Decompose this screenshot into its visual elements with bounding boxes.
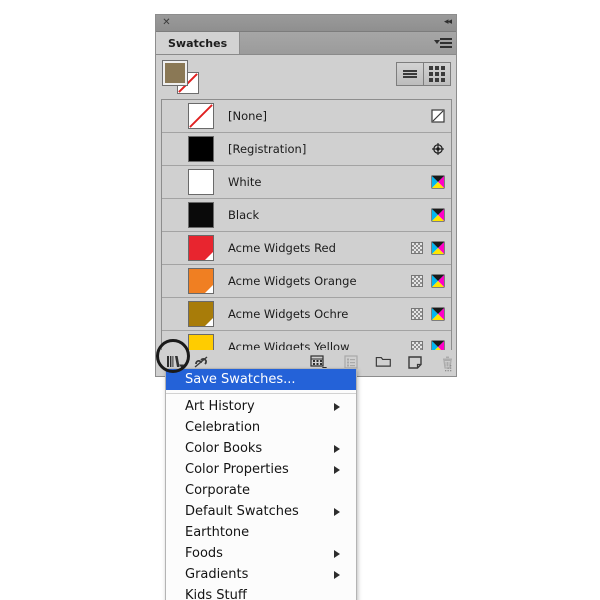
new-color-group-button[interactable] bbox=[375, 354, 393, 371]
tab-swatches[interactable]: Swatches bbox=[156, 32, 241, 54]
menu-item[interactable]: Earthtone bbox=[166, 522, 356, 543]
highlight-circle-annotation bbox=[156, 339, 190, 373]
global-swatch-corner bbox=[205, 285, 213, 293]
fill-stroke-indicator[interactable] bbox=[161, 60, 207, 94]
menu-item-label: Art History bbox=[185, 399, 255, 414]
screen-root: ✕ ◂◂ Swatches [None] [Registration] Whit… bbox=[0, 0, 600, 600]
fill-swatch[interactable] bbox=[162, 60, 188, 86]
menu-item-label: Kids Stuff bbox=[185, 588, 247, 600]
menu-item-label: Save Swatches... bbox=[185, 372, 296, 387]
swatch-color-chip[interactable] bbox=[188, 268, 214, 294]
menu-item[interactable]: Gradients bbox=[166, 564, 356, 585]
grid-view-button[interactable] bbox=[423, 63, 450, 85]
menu-item[interactable]: Celebration bbox=[166, 417, 356, 438]
menu-item-label: Foods bbox=[185, 546, 223, 561]
swatch-name-label: Acme Widgets Orange bbox=[228, 274, 357, 288]
swatch-row-icons bbox=[431, 100, 445, 132]
none-icon bbox=[431, 109, 445, 123]
swatch-row-icons bbox=[411, 331, 445, 350]
panel-toolstrip bbox=[156, 55, 456, 97]
swatch-libraries-menu[interactable]: Save Swatches... Art History Celebration Co… bbox=[165, 368, 357, 600]
new-swatch-button[interactable] bbox=[407, 354, 425, 371]
swatch-row[interactable]: Acme Widgets Ochre bbox=[162, 298, 451, 331]
submenu-arrow-icon bbox=[334, 402, 340, 411]
menu-item-label: Corporate bbox=[185, 483, 250, 498]
global-swatch-icon bbox=[411, 308, 423, 320]
swatch-name-label: Acme Widgets Ochre bbox=[228, 307, 349, 321]
menu-item-label: Color Books bbox=[185, 441, 263, 456]
submenu-arrow-icon bbox=[334, 549, 340, 558]
menu-item[interactable]: Color Properties bbox=[166, 459, 356, 480]
cmyk-icon bbox=[431, 208, 445, 222]
swatch-row[interactable]: Acme Widgets Red bbox=[162, 232, 451, 265]
new-swatch-icon bbox=[408, 356, 422, 369]
menu-item[interactable]: Art History bbox=[166, 396, 356, 417]
swatch-row-icons bbox=[411, 232, 445, 264]
swatch-color-chip[interactable] bbox=[188, 169, 214, 195]
cmyk-icon bbox=[431, 241, 445, 255]
menu-item[interactable]: Foods bbox=[166, 543, 356, 564]
swatches-panel: ✕ ◂◂ Swatches [None] [Registration] Whit… bbox=[155, 14, 457, 377]
menu-item-label: Color Properties bbox=[185, 462, 289, 477]
swatch-color-chip[interactable] bbox=[188, 202, 214, 228]
list-view-button[interactable] bbox=[397, 63, 423, 85]
none-slash-icon bbox=[189, 104, 213, 128]
swatch-color-chip[interactable] bbox=[188, 136, 214, 162]
collapse-panel-icon[interactable]: ◂◂ bbox=[437, 17, 452, 28]
panel-titlebar: ✕ ◂◂ bbox=[156, 15, 456, 32]
swatch-row[interactable]: [None] bbox=[162, 100, 451, 133]
submenu-arrow-icon bbox=[334, 465, 340, 474]
swatch-row[interactable]: Black bbox=[162, 199, 451, 232]
panel-menu-icon[interactable] bbox=[434, 36, 452, 50]
swatch-list[interactable]: [None] [Registration] White Black Acme Widge… bbox=[161, 99, 452, 351]
swatch-row[interactable]: [Registration] bbox=[162, 133, 451, 166]
swatch-row-icons bbox=[431, 133, 445, 165]
submenu-arrow-icon bbox=[334, 444, 340, 453]
menu-item-label: Gradients bbox=[185, 567, 249, 582]
swatch-row[interactable]: Acme Widgets Orange bbox=[162, 265, 451, 298]
menu-item[interactable]: Corporate bbox=[166, 480, 356, 501]
global-swatch-corner bbox=[205, 252, 213, 260]
swatch-row-icons bbox=[431, 199, 445, 231]
swatch-row-icons bbox=[431, 166, 445, 198]
view-mode-buttons bbox=[396, 62, 451, 86]
global-swatch-icon bbox=[411, 242, 423, 254]
swatch-row-icons bbox=[411, 298, 445, 330]
global-swatch-icon bbox=[411, 275, 423, 287]
cmyk-icon bbox=[431, 307, 445, 321]
menu-separator bbox=[166, 393, 356, 394]
menu-item-label: Default Swatches bbox=[185, 504, 299, 519]
swatch-name-label: White bbox=[228, 175, 262, 189]
registration-icon bbox=[431, 142, 445, 156]
swatch-color-chip[interactable] bbox=[188, 334, 214, 350]
menu-item[interactable]: Default Swatches bbox=[166, 501, 356, 522]
grid-view-icon bbox=[429, 66, 445, 82]
list-view-icon bbox=[403, 69, 417, 79]
cmyk-icon bbox=[431, 175, 445, 189]
menu-item[interactable]: Kids Stuff bbox=[166, 585, 356, 600]
swatch-row-icons bbox=[411, 265, 445, 297]
submenu-arrow-icon bbox=[334, 570, 340, 579]
swatch-name-label: [Registration] bbox=[228, 142, 307, 156]
menu-item-label: Celebration bbox=[185, 420, 261, 435]
resize-grip-icon[interactable] bbox=[443, 364, 452, 373]
swatch-row[interactable]: Acme Widgets Yellow bbox=[162, 331, 451, 350]
submenu-arrow-icon bbox=[334, 507, 340, 516]
menu-item[interactable]: Save Swatches... bbox=[166, 369, 356, 390]
swatch-color-chip[interactable] bbox=[188, 103, 214, 129]
global-swatch-corner bbox=[205, 318, 213, 326]
menu-item[interactable]: Color Books bbox=[166, 438, 356, 459]
swatch-name-label: Black bbox=[228, 208, 260, 222]
swatch-name-label: Acme Widgets Red bbox=[228, 241, 336, 255]
menu-item-label: Earthtone bbox=[185, 525, 250, 540]
close-icon[interactable]: ✕ bbox=[161, 17, 172, 28]
cmyk-icon bbox=[431, 274, 445, 288]
swatch-row[interactable]: White bbox=[162, 166, 451, 199]
folder-icon bbox=[375, 357, 391, 367]
swatch-color-chip[interactable] bbox=[188, 301, 214, 327]
panel-tab-row: Swatches bbox=[156, 32, 456, 55]
swatch-color-chip[interactable] bbox=[188, 235, 214, 261]
swatch-name-label: [None] bbox=[228, 109, 267, 123]
